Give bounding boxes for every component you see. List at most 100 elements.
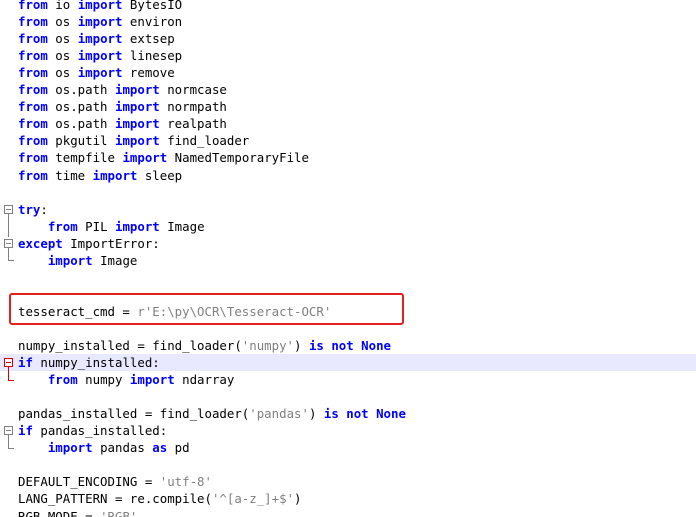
code-token: ndarray <box>174 372 235 388</box>
code-keyword: import <box>115 218 160 234</box>
code-keyword: is not None <box>323 406 406 422</box>
code-line[interactable]: import Image <box>0 252 696 269</box>
fold-toggle-if-numpy-icon[interactable] <box>4 358 13 367</box>
fold-toggle-except-icon[interactable] <box>4 239 13 248</box>
code-text: from os.path import normpath <box>18 98 227 115</box>
code-string: 'numpy' <box>241 338 295 353</box>
code-token: BytesIO <box>122 0 183 12</box>
code-token: ) <box>294 491 302 507</box>
code-line[interactable]: from time import sleep <box>0 167 696 184</box>
code-line[interactable]: from PIL import Image <box>0 218 696 235</box>
code-text: from numpy import ndarray <box>18 371 235 388</box>
code-keyword: from <box>18 116 48 132</box>
fold-end-marker <box>8 260 14 261</box>
code-line[interactable]: from os.path import normcase <box>0 81 696 98</box>
code-token: Image <box>159 218 205 234</box>
code-text: if pandas_installed: <box>18 422 167 439</box>
code-line[interactable]: DEFAULT_ENCODING = 'utf-8' <box>0 473 696 490</box>
code-keyword: from <box>47 372 78 388</box>
code-line[interactable]: import pandas as pd <box>0 439 696 456</box>
code-keyword: from <box>18 99 48 115</box>
code-string: '^[a-z_]+$' <box>211 491 295 507</box>
fold-guide <box>8 435 9 448</box>
code-token: os <box>47 48 78 64</box>
code-string: 'RGB' <box>100 508 138 517</box>
code-token: linesep <box>122 48 183 64</box>
code-line[interactable]: pandas_installed = find_loader('pandas')… <box>0 405 696 422</box>
code-keyword: if <box>18 355 33 371</box>
code-line[interactable]: LANG_PATTERN = re.compile('^[a-z_]+$') <box>0 490 696 507</box>
code-keyword: from <box>18 150 48 166</box>
code-line[interactable]: from os.path import normpath <box>0 98 696 115</box>
code-keyword: import <box>77 0 123 12</box>
code-line[interactable]: from os.path import realpath <box>0 115 696 132</box>
code-keyword: import <box>114 133 160 149</box>
code-line[interactable]: if numpy_installed: <box>0 354 696 372</box>
fold-guide <box>8 248 9 260</box>
code-line[interactable] <box>0 456 696 473</box>
code-text: from pkgutil import find_loader <box>18 132 249 149</box>
code-token: DEFAULT_ENCODING = <box>18 474 160 490</box>
code-keyword: from <box>47 218 78 234</box>
code-text: numpy_installed = find_loader('numpy') i… <box>18 337 391 354</box>
code-keyword: from <box>18 14 48 30</box>
code-line[interactable]: RGB_MODE = 'RGB' <box>0 508 696 517</box>
code-keyword: from <box>18 48 48 64</box>
code-token: pandas_installed = find_loader( <box>18 406 250 422</box>
code-keyword: from <box>18 31 48 47</box>
fold-guide <box>8 367 9 380</box>
code-keyword: import <box>92 167 138 183</box>
code-token: environ <box>122 14 183 30</box>
code-token: RGB_MODE = <box>18 508 101 517</box>
code-line[interactable]: if pandas_installed: <box>0 422 696 439</box>
code-line[interactable]: from numpy import ndarray <box>0 371 696 388</box>
code-token: normpath <box>159 99 227 115</box>
code-line[interactable] <box>0 269 696 286</box>
code-line[interactable]: from tempfile import NamedTemporaryFile <box>0 149 696 166</box>
code-keyword: except <box>18 235 63 251</box>
code-token: os <box>47 65 78 81</box>
code-text: pandas_installed = find_loader('pandas')… <box>18 405 406 422</box>
code-token: os.path <box>47 116 115 132</box>
code-text: from os import environ <box>18 13 182 30</box>
code-token: ) <box>308 406 324 422</box>
code-token: find_loader <box>159 133 250 149</box>
code-token: NamedTemporaryFile <box>167 150 309 166</box>
code-line[interactable]: from io import BytesIO <box>0 0 696 13</box>
code-line[interactable]: from pkgutil import find_loader <box>0 132 696 149</box>
code-token: os <box>47 14 78 30</box>
code-keyword: from <box>18 82 48 98</box>
code-line[interactable]: numpy_installed = find_loader('numpy') i… <box>0 337 696 354</box>
code-text: LANG_PATTERN = re.compile('^[a-z_]+$') <box>18 490 302 507</box>
code-token: ) <box>294 338 309 353</box>
code-text: RGB_MODE = 'RGB' <box>18 508 137 517</box>
code-text: DEFAULT_ENCODING = 'utf-8' <box>18 473 212 490</box>
code-line[interactable]: from os import remove <box>0 64 696 81</box>
code-line[interactable]: from os import linesep <box>0 47 696 64</box>
code-text: except ImportError: <box>18 235 160 252</box>
code-text: from io import BytesIO <box>18 0 182 13</box>
fold-toggle-if-pandas-icon[interactable] <box>4 426 13 435</box>
code-line[interactable]: from os import environ <box>0 13 696 30</box>
code-token: remove <box>122 65 175 81</box>
fold-toggle-try-icon[interactable] <box>4 205 13 214</box>
code-token: io <box>47 0 78 12</box>
code-line[interactable]: from os import extsep <box>0 30 696 47</box>
code-string: 'utf-8' <box>159 474 212 490</box>
code-line[interactable]: try: <box>0 201 696 218</box>
code-line[interactable] <box>0 388 696 405</box>
code-token: pd <box>167 440 190 456</box>
code-editor[interactable]: RGB_MODE = 'RGB' LANG_PATTERN = re.compil… <box>0 0 696 517</box>
code-line[interactable]: except ImportError: <box>0 235 696 252</box>
code-text: from os import extsep <box>18 30 175 47</box>
code-text: from tempfile import NamedTemporaryFile <box>18 149 309 166</box>
code-line[interactable] <box>0 184 696 201</box>
code-keyword: try <box>18 201 41 217</box>
code-token: : <box>40 201 48 217</box>
code-token: LANG_PATTERN = re.compile( <box>18 491 212 507</box>
code-keyword: if <box>18 423 33 439</box>
code-keyword: from <box>18 167 48 183</box>
